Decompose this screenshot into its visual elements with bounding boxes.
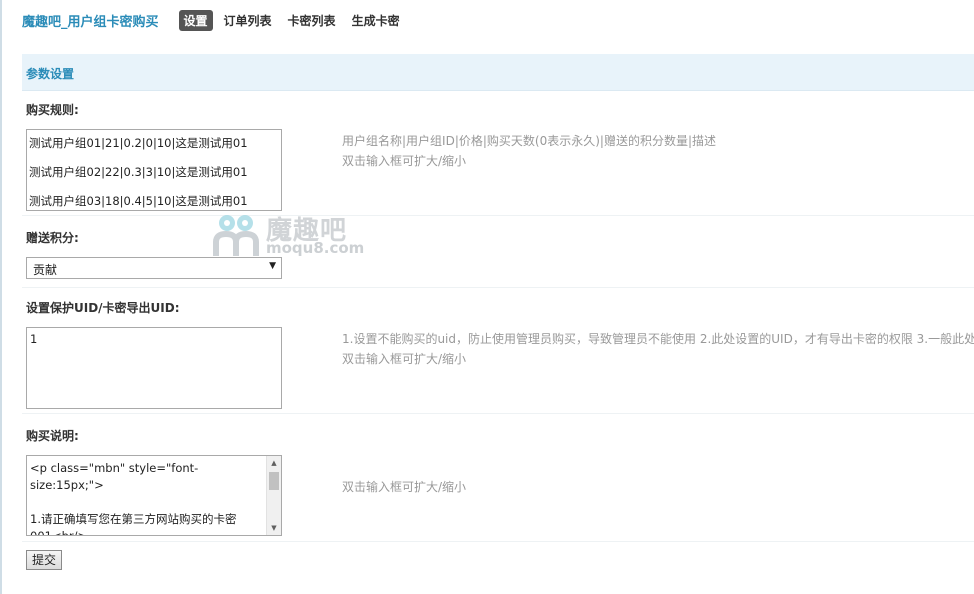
protect-uid-resize-hint: 双击输入框可扩大/缩小 — [342, 352, 467, 366]
tab-settings[interactable]: 设置 — [178, 9, 213, 31]
app-title[interactable]: 魔趣吧_用户组卡密购买 — [22, 11, 159, 30]
tab-order-list[interactable]: 订单列表 — [219, 10, 277, 31]
purchase-rules-label: 购买规则: — [26, 103, 79, 117]
purchase-rules-format-hint: 用户组名称|用户组ID|价格|购买天数(0表示永久)|赠送的积分数量|描述 — [342, 134, 716, 148]
purchase-desc-value: <p class="mbn" style="font-size:15px;"> … — [30, 461, 237, 536]
protect-uid-value: 1 — [30, 332, 38, 346]
divider — [22, 287, 974, 288]
protect-uid-textarea[interactable]: 1 — [26, 327, 282, 409]
protect-uid-label: 设置保护UID/卡密导出UID: — [26, 301, 180, 315]
divider — [22, 215, 974, 216]
watermark-logo: 魔趣吧 moqu8.com — [212, 210, 382, 260]
tab-generate-cards[interactable]: 生成卡密 — [347, 10, 405, 31]
section-title: 参数设置 — [26, 67, 75, 81]
purchase-rules-hint: 用户组名称|用户组ID|价格|购买天数(0表示永久)|赠送的积分数量|描述 双击… — [342, 131, 716, 171]
watermark-domain: moqu8.com — [266, 239, 365, 257]
rule-line: 测试用户组01|21|0.2|0|10|这是测试用01 — [29, 136, 248, 150]
purchase-rules-resize-hint: 双击输入框可扩大/缩小 — [342, 154, 467, 168]
moqu-logo-icon — [213, 215, 259, 256]
scrollbar[interactable]: ▲ ▼ — [266, 456, 281, 535]
protect-uid-hint: 1.设置不能购买的uid，防止使用管理员购买，导致管理员不能使用 2.此处设置的… — [342, 329, 974, 369]
protect-uid-explain-hint: 1.设置不能购买的uid，防止使用管理员购买，导致管理员不能使用 2.此处设置的… — [342, 332, 974, 346]
purchase-desc-label: 购买说明: — [26, 429, 79, 443]
bonus-points-select[interactable]: 贡献 ▼ — [26, 257, 282, 279]
left-border — [0, 0, 2, 594]
rule-line: 测试用户组03|18|0.4|5|10|这是测试用01 — [29, 194, 248, 208]
scroll-up-arrow-icon[interactable]: ▲ — [267, 456, 281, 470]
scroll-thumb[interactable] — [269, 472, 279, 490]
scroll-down-arrow-icon[interactable]: ▼ — [267, 521, 281, 535]
divider — [22, 413, 974, 414]
tab-card-list[interactable]: 卡密列表 — [283, 10, 341, 31]
purchase-desc-textarea[interactable]: <p class="mbn" style="font-size:15px;"> … — [26, 455, 282, 536]
section-header: 参数设置 — [22, 54, 974, 91]
divider — [22, 541, 974, 542]
submit-button[interactable]: 提交 — [26, 550, 62, 570]
purchase-desc-hint: 双击输入框可扩大/缩小 — [342, 480, 467, 494]
top-nav: 魔趣吧_用户组卡密购买 设置 订单列表 卡密列表 生成卡密 — [22, 9, 411, 31]
purchase-rules-textarea[interactable]: 测试用户组01|21|0.2|0|10|这是测试用01 测试用户组02|22|0… — [26, 129, 282, 211]
rule-line: 测试用户组02|22|0.3|3|10|这是测试用01 — [29, 165, 248, 179]
chevron-down-icon: ▼ — [269, 261, 276, 271]
bonus-points-selected: 贡献 — [33, 263, 58, 277]
bonus-points-label: 赠送积分: — [26, 231, 79, 245]
